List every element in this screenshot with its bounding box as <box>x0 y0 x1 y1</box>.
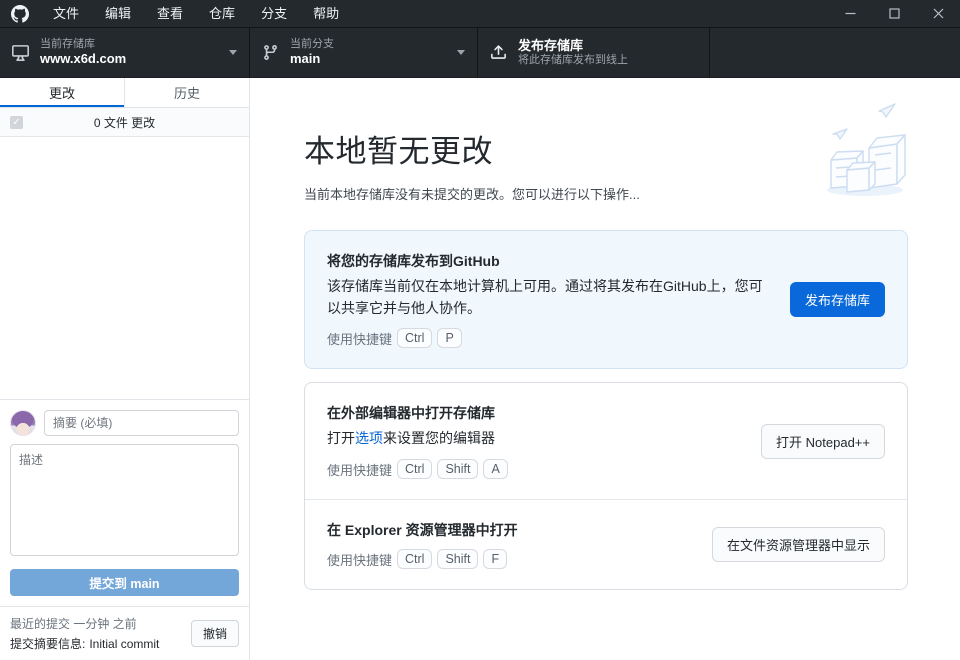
titlebar: 文件 编辑 查看 仓库 分支 帮助 <box>0 0 960 28</box>
maximize-icon <box>889 8 900 19</box>
app-body: 更改 历史 ✓ 0 文件 更改 提交到 main 最近的提交 一分钟 之前 提交… <box>0 78 960 660</box>
commit-form: 提交到 main <box>0 399 249 606</box>
desktop-computer-icon <box>12 44 29 61</box>
toolbar: 当前存储库 www.x6d.com 当前分支 main 发布存储库 将此存储库发… <box>0 28 960 78</box>
menu-view[interactable]: 查看 <box>144 0 196 28</box>
current-branch-label: 当前分支 <box>290 38 334 52</box>
kbd-shift: Shift <box>437 459 478 479</box>
kbd-ctrl: Ctrl <box>397 459 432 479</box>
sidebar-tabs: 更改 历史 <box>0 78 249 108</box>
shortcut-label: 使用快捷键 <box>327 460 392 479</box>
current-repository-label: 当前存储库 <box>40 38 126 52</box>
publish-card-body: 该存储库当前仅在本地计算机上可用。通过将其发布在GitHub上，您可以共享它并与… <box>327 276 772 319</box>
current-repository-dropdown[interactable]: 当前存储库 www.x6d.com <box>0 28 250 77</box>
recent-commit-bar: 最近的提交 一分钟 之前 提交摘要信息: Initial commit 撤销 <box>0 606 249 660</box>
undo-commit-button[interactable]: 撤销 <box>191 620 239 647</box>
open-editor-button[interactable]: 打开 Notepad++ <box>761 424 885 459</box>
recent-commit-time: 最近的提交 一分钟 之前 <box>10 615 159 632</box>
changed-files-count: 0 文件 更改 <box>94 114 155 131</box>
shortcut-label: 使用快捷键 <box>327 550 392 569</box>
tab-history[interactable]: 历史 <box>125 78 249 107</box>
chevron-down-icon <box>457 50 465 55</box>
kbd-shift: Shift <box>437 549 478 569</box>
kbd-f: F <box>483 549 507 569</box>
shortcut-label: 使用快捷键 <box>327 329 392 348</box>
github-octocat-icon <box>0 5 40 23</box>
menu-help[interactable]: 帮助 <box>300 0 352 28</box>
publish-repository-toolbar-button[interactable]: 发布存储库 将此存储库发布到线上 <box>478 28 710 77</box>
commit-button-branch: main <box>130 577 159 591</box>
open-in-explorer-row: 在 Explorer 资源管理器中打开 使用快捷键 Ctrl Shift F 在… <box>305 499 907 589</box>
open-in-editor-row: 在外部编辑器中打开存储库 打开选项来设置您的编辑器 使用快捷键 Ctrl Shi… <box>305 383 907 499</box>
commit-button[interactable]: 提交到 main <box>10 569 239 596</box>
upload-icon <box>490 44 507 61</box>
kbd-ctrl: Ctrl <box>397 549 432 569</box>
changed-files-header: ✓ 0 文件 更改 <box>0 108 249 137</box>
recent-commit-summary-value: Initial commit <box>89 637 159 651</box>
menu-branch[interactable]: 分支 <box>248 0 300 28</box>
select-all-checkbox[interactable]: ✓ <box>10 116 23 129</box>
current-repository-name: www.x6d.com <box>40 51 126 67</box>
main-panel: 本地暂无更改 当前本地存储库没有未提交的更改。您可以进行以下操作... 将您的存… <box>250 78 960 660</box>
minimize-icon <box>845 8 856 19</box>
close-button[interactable] <box>916 0 960 28</box>
maximize-button[interactable] <box>872 0 916 28</box>
changes-list-empty <box>0 137 249 399</box>
suggested-actions-box: 在外部编辑器中打开存储库 打开选项来设置您的编辑器 使用快捷键 Ctrl Shi… <box>304 382 908 590</box>
paper-boxes-doodle-illustration <box>817 98 912 208</box>
user-avatar <box>10 410 36 436</box>
kbd-a: A <box>483 459 507 479</box>
show-in-explorer-button[interactable]: 在文件资源管理器中显示 <box>712 527 885 562</box>
kbd-ctrl: Ctrl <box>397 328 432 348</box>
editor-row-title: 在外部编辑器中打开存储库 <box>327 403 743 423</box>
publish-repository-button[interactable]: 发布存储库 <box>790 282 885 317</box>
git-branch-icon <box>262 44 279 61</box>
current-branch-dropdown[interactable]: 当前分支 main <box>250 28 478 77</box>
menu-repository[interactable]: 仓库 <box>196 0 248 28</box>
options-link[interactable]: 选项 <box>355 430 383 446</box>
publish-card-title: 将您的存储库发布到GitHub <box>327 251 772 271</box>
recent-commit-summary-label: 提交摘要信息: <box>10 637 85 651</box>
publish-suggestion-card: 将您的存储库发布到GitHub 该存储库当前仅在本地计算机上可用。通过将其发布在… <box>304 230 908 369</box>
explorer-row-title: 在 Explorer 资源管理器中打开 <box>327 520 694 540</box>
publish-repository-title: 发布存储库 <box>518 38 628 54</box>
publish-repository-subtitle: 将此存储库发布到线上 <box>518 54 628 68</box>
menu-edit[interactable]: 编辑 <box>92 0 144 28</box>
close-icon <box>933 8 944 19</box>
tab-changes[interactable]: 更改 <box>0 78 125 107</box>
minimize-button[interactable] <box>828 0 872 28</box>
menu-file[interactable]: 文件 <box>40 0 92 28</box>
check-icon: ✓ <box>12 118 20 128</box>
commit-description-textarea[interactable] <box>10 444 239 556</box>
kbd-p: P <box>437 328 461 348</box>
sidebar: 更改 历史 ✓ 0 文件 更改 提交到 main 最近的提交 一分钟 之前 提交… <box>0 78 250 660</box>
current-branch-name: main <box>290 51 334 67</box>
chevron-down-icon <box>229 50 237 55</box>
commit-summary-input[interactable] <box>44 410 239 436</box>
